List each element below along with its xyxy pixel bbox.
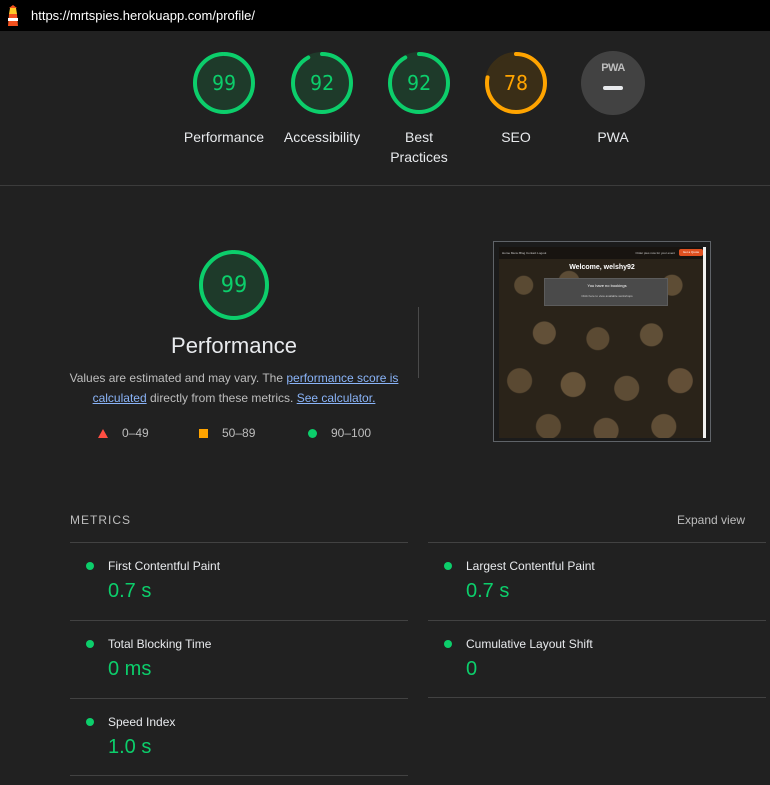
metric-divider — [70, 698, 408, 699]
metric-label: Total Blocking Time — [108, 637, 212, 651]
score-ring: 99 — [192, 51, 256, 115]
metric-value: 1.0 s — [108, 736, 152, 758]
score-value: 92 — [406, 71, 432, 95]
score-legend: 0–49 50–89 90–100 — [98, 426, 398, 442]
legend-pass: 90–100 — [308, 426, 371, 440]
performance-score: 99 — [220, 272, 248, 298]
gauge-label-line: Best — [404, 129, 433, 145]
metric-label: Largest Contentful Paint — [466, 559, 595, 573]
performance-description: Values are estimated and may vary. The p… — [60, 368, 408, 408]
screenshot-box-subtitle: Click here to view available workshops — [581, 294, 633, 298]
circle-icon — [308, 428, 317, 438]
see-calculator-link[interactable]: See calculator. — [297, 391, 376, 405]
score-ring: 92 — [290, 51, 354, 115]
pass-circle-icon — [86, 640, 94, 648]
legend-average: 50–89 — [199, 426, 255, 440]
metric-label: Cumulative Layout Shift — [466, 637, 593, 651]
metric-divider — [70, 620, 408, 621]
lighthouse-icon — [8, 4, 18, 26]
legend-range: 90–100 — [331, 426, 372, 440]
vertical-divider — [418, 307, 419, 378]
metric-largest-contentful-paint: Largest Contentful Paint 0.7 s — [428, 544, 728, 614]
category-scores: 99 Performance 92 Accessibility 92 Best … — [0, 31, 770, 186]
pass-circle-icon — [444, 640, 452, 648]
metric-total-blocking-time: Total Blocking Time 0 ms — [70, 622, 370, 692]
score-value: 92 — [309, 71, 335, 95]
pass-circle-icon — [86, 562, 94, 570]
metric-divider — [70, 542, 408, 543]
metric-first-contentful-paint: First Contentful Paint 0.7 s — [70, 544, 370, 614]
pass-circle-icon — [86, 718, 94, 726]
metric-label: First Contentful Paint — [108, 559, 221, 573]
metric-speed-index: Speed Index 1.0 s — [70, 700, 370, 770]
metric-value: 0.7 s — [108, 580, 152, 602]
description-text: Values are estimated and may vary. The — [69, 371, 287, 385]
screenshot-welcome: Welcome, welshy92 — [569, 264, 635, 271]
url-bar: https://mrtspies.herokuapp.com/profile/ — [0, 0, 770, 31]
score-value: 99 — [211, 71, 237, 95]
gauge-accessibility[interactable]: 92 Accessibility — [272, 51, 372, 147]
gauge-performance[interactable]: 99 Performance — [174, 51, 274, 147]
section-divider — [0, 185, 770, 186]
metric-divider — [70, 775, 408, 776]
pass-circle-icon — [444, 562, 452, 570]
score-ring: 92 — [387, 51, 451, 115]
gauge-label: Performance — [183, 129, 265, 145]
metric-value: 0 ms — [108, 658, 152, 680]
screenshot-image: Home Menu Blog Contact Logout Order pies… — [499, 247, 705, 438]
pwa-badge-text: PWA — [601, 62, 625, 74]
not-applicable-dash-icon — [603, 86, 623, 90]
screenshot-scrollbar — [703, 247, 706, 438]
square-icon — [199, 428, 208, 438]
performance-gauge: 99 — [198, 249, 270, 321]
gauge-seo[interactable]: 78 SEO — [466, 51, 566, 147]
gauge-label: Accessibility — [283, 129, 361, 145]
score-ring: 78 — [484, 51, 548, 115]
legend-range: 50–89 — [222, 426, 256, 440]
expand-view-toggle[interactable]: Expand view — [677, 513, 745, 527]
screenshot-nav-links: Home Menu Blog Contact Logout — [502, 251, 547, 255]
gauge-label-line: Practices — [390, 149, 448, 165]
screenshot-bookings-box: You have no bookings Click here to view … — [544, 278, 668, 306]
metric-divider — [428, 697, 766, 698]
gauge-best-practices[interactable]: 92 Best Practices — [369, 51, 469, 167]
description-text: directly from these metrics. — [146, 391, 297, 405]
gauge-label: PWA — [597, 129, 629, 145]
performance-title: Performance — [171, 333, 297, 358]
metric-value: 0.7 s — [466, 580, 510, 602]
triangle-icon — [98, 428, 108, 438]
gauge-label: SEO — [501, 129, 531, 145]
screenshot-nav-button: Get a Quote — [679, 249, 703, 256]
pwa-badge-icon: PWA — [581, 51, 645, 115]
legend-fail: 0–49 — [98, 426, 149, 440]
metric-divider — [428, 542, 766, 543]
gauge-label: Best Practices — [390, 127, 448, 167]
metric-divider — [428, 620, 766, 621]
final-screenshot[interactable]: Home Menu Blog Contact Logout Order pies… — [493, 241, 711, 442]
metric-value: 0 — [466, 658, 478, 680]
screenshot-nav-text: Order pies now for your event — [635, 251, 675, 255]
screenshot-navbar: Home Menu Blog Contact Logout Order pies… — [499, 247, 705, 259]
metric-label: Speed Index — [108, 715, 176, 729]
screenshot-box-title: You have no bookings — [587, 283, 627, 288]
gauge-pwa[interactable]: PWA PWA — [563, 51, 663, 147]
score-value: 78 — [503, 71, 529, 95]
metric-cumulative-layout-shift: Cumulative Layout Shift 0 — [428, 622, 728, 692]
legend-range: 0–49 — [122, 426, 149, 440]
page-url: https://mrtspies.herokuapp.com/profile/ — [31, 8, 255, 23]
metrics-heading: METRICS — [70, 513, 131, 527]
